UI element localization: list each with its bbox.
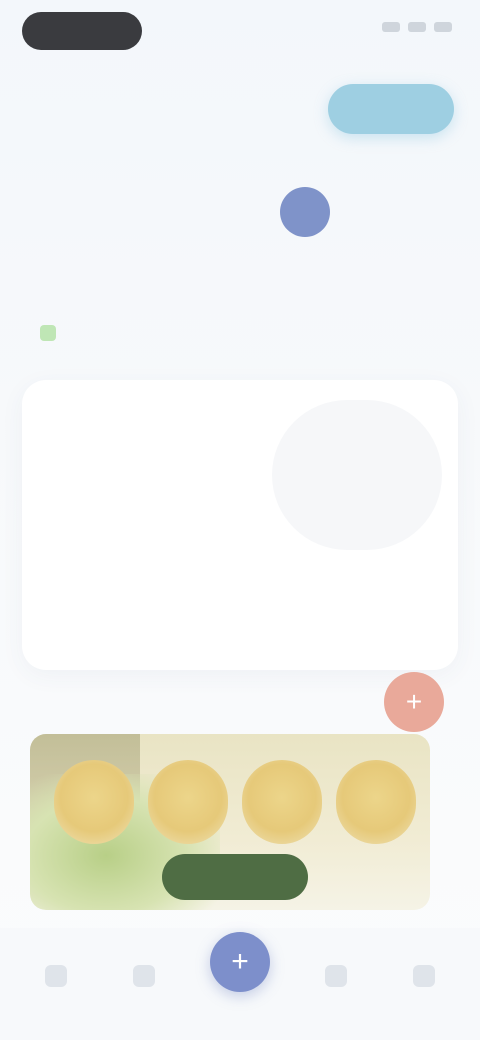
day-item[interactable] <box>215 189 261 235</box>
calorie-ring <box>272 400 442 550</box>
week-strip <box>20 184 460 240</box>
macro-item <box>318 570 438 640</box>
promo-banner[interactable]: + <box>30 672 450 920</box>
recipes-icon <box>325 965 347 987</box>
promo-cta-button[interactable] <box>162 854 308 900</box>
day-item[interactable] <box>85 189 131 235</box>
nav-profile[interactable] <box>396 948 452 1004</box>
header <box>22 84 458 134</box>
add-icon[interactable]: + <box>210 932 270 992</box>
fruit-image <box>54 760 134 844</box>
bottom-nav: + <box>0 928 480 1040</box>
fruit-image <box>148 760 228 844</box>
fruit-image <box>336 760 416 844</box>
profile-icon <box>413 965 435 987</box>
goal-row[interactable] <box>28 316 458 352</box>
day-item-selected[interactable] <box>280 187 330 237</box>
plus-icon[interactable]: + <box>384 672 444 732</box>
day-item[interactable] <box>414 189 460 235</box>
dynamic-island <box>22 12 142 50</box>
nav-home[interactable] <box>28 948 84 1004</box>
signal-icon <box>382 22 400 32</box>
macro-item <box>42 570 162 640</box>
macros-row <box>42 570 438 640</box>
stats-icon <box>133 965 155 987</box>
nav-stats[interactable] <box>116 948 172 1004</box>
day-item[interactable] <box>349 189 395 235</box>
nav-recipes[interactable] <box>308 948 364 1004</box>
macro-item <box>180 570 300 640</box>
wifi-icon <box>408 22 426 32</box>
goal-check-icon <box>40 325 56 341</box>
summary-card <box>22 380 458 670</box>
status-icons <box>382 22 452 32</box>
home-icon <box>45 965 67 987</box>
header-cta-button[interactable] <box>328 84 454 134</box>
day-item[interactable] <box>20 189 66 235</box>
day-item[interactable] <box>150 189 196 235</box>
fruit-image <box>242 760 322 844</box>
status-bar <box>0 0 480 64</box>
fruit-row <box>54 760 430 844</box>
battery-icon <box>434 22 452 32</box>
